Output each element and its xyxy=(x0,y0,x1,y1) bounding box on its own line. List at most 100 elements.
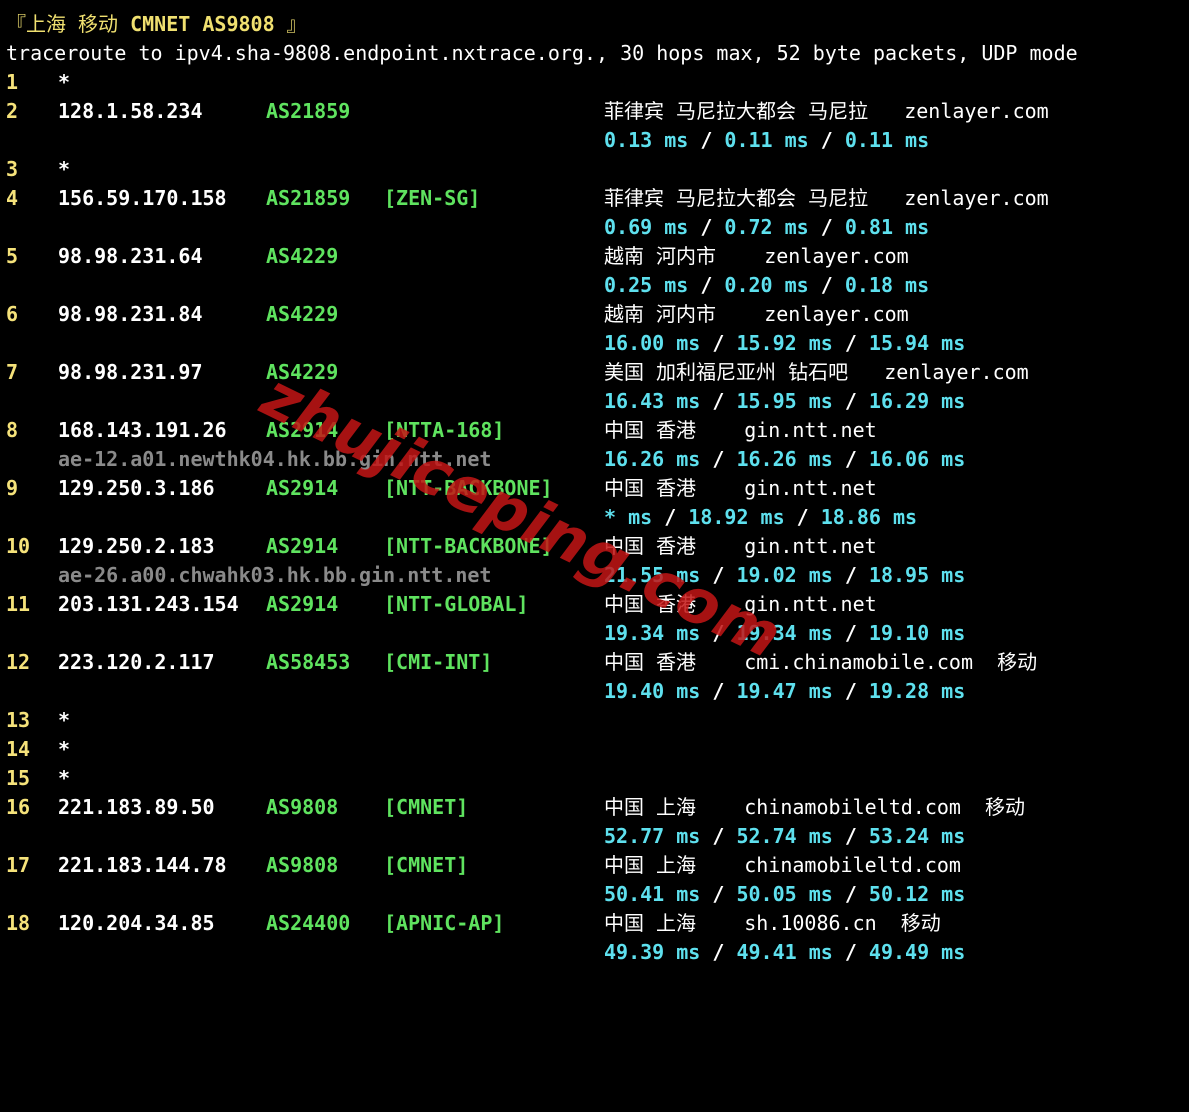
hop-geo: 中国 上海 chinamobileltd.com 移动 xyxy=(604,795,1026,819)
hop-row: 10 129.250.2.183 AS2914 [NTT-BACKBONE] 中… xyxy=(6,532,1186,561)
hop-number: 13 xyxy=(6,708,31,732)
hop-rtt-row: ae-12.a01.newthk04.hk.bb.gin.ntt.net 16.… xyxy=(6,445,1186,474)
hop-row: 3 * xyxy=(6,155,1186,184)
hop-row: 15 * xyxy=(6,764,1186,793)
hop-rtt-row: 16.00 ms / 15.92 ms / 15.94 ms xyxy=(6,329,1186,358)
hop-row: 16 221.183.89.50 AS9808 [CMNET] 中国 上海 ch… xyxy=(6,793,1186,822)
rtt-value: 0.81 ms xyxy=(844,215,930,239)
hop-row: 5 98.98.231.64 AS4229 越南 河内市 zenlayer.co… xyxy=(6,242,1186,271)
hop-geo: 中国 香港 cmi.chinamobile.com 移动 xyxy=(604,650,1038,674)
rtt-value: 53.24 ms xyxy=(868,824,966,848)
hop-asn: AS2914 xyxy=(266,476,339,500)
hop-number: 5 xyxy=(6,244,19,268)
hop-ip[interactable]: 98.98.231.97 xyxy=(58,358,203,387)
hop-ip[interactable]: 98.98.231.84 xyxy=(58,300,203,329)
hop-ip[interactable]: 221.183.144.78 xyxy=(58,851,227,880)
hop-asn: AS4229 xyxy=(266,244,339,268)
hop-ip[interactable]: 129.250.2.183 xyxy=(58,532,215,561)
hop-number: 7 xyxy=(6,360,19,384)
hop-row: 17 221.183.144.78 AS9808 [CMNET] 中国 上海 c… xyxy=(6,851,1186,880)
hop-row: 1 * xyxy=(6,68,1186,97)
hop-ip[interactable]: 203.131.243.154 xyxy=(58,590,239,619)
rtt-value: 16.43 ms xyxy=(604,389,701,413)
hop-row: 2 128.1.58.234 AS21859 菲律宾 马尼拉大都会 马尼拉 ze… xyxy=(6,97,1186,126)
hop-ip[interactable]: 156.59.170.158 xyxy=(58,184,227,213)
rtt-value: 50.41 ms xyxy=(604,882,701,906)
hop-number: 15 xyxy=(6,766,31,790)
hop-number: 2 xyxy=(6,99,19,123)
hop-ip[interactable]: 223.120.2.117 xyxy=(58,648,215,677)
hop-timeout: * xyxy=(58,766,71,790)
title-close-bracket: 』 xyxy=(286,12,307,36)
hop-row: 12 223.120.2.117 AS58453 [CMI-INT] 中国 香港… xyxy=(6,648,1186,677)
rtt-value: 18.86 ms xyxy=(820,505,918,529)
hop-ip[interactable]: 221.183.89.50 xyxy=(58,793,215,822)
rtt-value: 19.34 ms xyxy=(604,621,701,645)
hop-rtt: 50.41 ms / 50.05 ms / 50.12 ms xyxy=(604,882,966,906)
hop-number: 3 xyxy=(6,157,19,181)
traceroute-header: traceroute to ipv4.sha-9808.endpoint.nxt… xyxy=(6,39,1186,68)
hop-geo: 越南 河内市 zenlayer.com xyxy=(604,302,909,326)
hop-tag: [CMI-INT] xyxy=(384,650,493,674)
rtt-value: 0.18 ms xyxy=(844,273,930,297)
rtt-value: 49.41 ms xyxy=(736,940,833,964)
hop-rtt-row: * ms / 18.92 ms / 18.86 ms xyxy=(6,503,1186,532)
hop-geo: 中国 上海 sh.10086.cn 移动 xyxy=(604,911,941,935)
rtt-value: 50.12 ms xyxy=(868,882,966,906)
rtt-value: 16.06 ms xyxy=(868,447,966,471)
hop-rtt: 19.34 ms / 19.34 ms / 19.10 ms xyxy=(604,621,966,645)
hop-geo: 中国 香港 gin.ntt.net xyxy=(604,534,877,558)
rtt-value: 52.77 ms xyxy=(604,824,701,848)
hop-ip[interactable]: 168.143.191.26 xyxy=(58,416,227,445)
rtt-value: 0.69 ms xyxy=(604,215,689,239)
hop-rtt-row: 0.25 ms / 0.20 ms / 0.18 ms xyxy=(6,271,1186,300)
rtt-value: 50.05 ms xyxy=(736,882,833,906)
rtt-value: 21.55 ms xyxy=(604,563,701,587)
hop-number: 18 xyxy=(6,911,31,935)
hop-row: 6 98.98.231.84 AS4229 越南 河内市 zenlayer.co… xyxy=(6,300,1186,329)
hop-row: 14 * xyxy=(6,735,1186,764)
rtt-value: 19.34 ms xyxy=(736,621,833,645)
hop-rtt: 52.77 ms / 52.74 ms / 53.24 ms xyxy=(604,824,966,848)
hop-rtt-row: 19.40 ms / 19.47 ms / 19.28 ms xyxy=(6,677,1186,706)
hop-rtt: 16.26 ms / 16.26 ms / 16.06 ms xyxy=(604,447,966,471)
hop-rtt: 19.40 ms / 19.47 ms / 19.28 ms xyxy=(604,679,966,703)
hop-row: 9 129.250.3.186 AS2914 [NTT-BACKBONE] 中国… xyxy=(6,474,1186,503)
hop-tag: [CMNET] xyxy=(384,853,469,877)
hop-rtt: 0.25 ms / 0.20 ms / 0.18 ms xyxy=(604,273,930,297)
rtt-value: 19.40 ms xyxy=(604,679,701,703)
rtt-value: 0.20 ms xyxy=(724,273,809,297)
rtt-value: 15.92 ms xyxy=(736,331,833,355)
hop-rtt-row: 50.41 ms / 50.05 ms / 50.12 ms xyxy=(6,880,1186,909)
hop-rtt-row: ae-26.a00.chwahk03.hk.bb.gin.ntt.net 21.… xyxy=(6,561,1186,590)
hop-number: 14 xyxy=(6,737,31,761)
hop-rtt: 0.69 ms / 0.72 ms / 0.81 ms xyxy=(604,215,930,239)
hop-geo: 越南 河内市 zenlayer.com xyxy=(604,244,909,268)
hop-ip[interactable]: 98.98.231.64 xyxy=(58,242,203,271)
hop-row: 8 168.143.191.26 AS2914 [NTTA-168] 中国 香港… xyxy=(6,416,1186,445)
hop-tag: [NTT-BACKBONE] xyxy=(384,534,553,558)
title-carrier: 移动 xyxy=(78,12,119,36)
hop-tag: [CMNET] xyxy=(384,795,469,819)
hop-rtt-row: 0.13 ms / 0.11 ms / 0.11 ms xyxy=(6,126,1186,155)
hop-geo: 中国 香港 gin.ntt.net xyxy=(604,592,877,616)
rtt-value: 0.25 ms xyxy=(604,273,689,297)
terminal-output: 『上海 移动 CMNET AS9808 』 traceroute to ipv4… xyxy=(6,10,1186,967)
hop-asn: AS58453 xyxy=(266,650,351,674)
hop-tag: [APNIC-AP] xyxy=(384,911,505,935)
hop-ip[interactable]: 129.250.3.186 xyxy=(58,474,215,503)
hop-ip[interactable]: 120.204.34.85 xyxy=(58,909,215,938)
hop-timeout: * xyxy=(58,70,71,94)
hop-row: 7 98.98.231.97 AS4229 美国 加利福尼亚州 钻石吧 zenl… xyxy=(6,358,1186,387)
hop-rtt-row: 49.39 ms / 49.41 ms / 49.49 ms xyxy=(6,938,1186,967)
hop-rtt-row: 0.69 ms / 0.72 ms / 0.81 ms xyxy=(6,213,1186,242)
rtt-value: 19.47 ms xyxy=(736,679,833,703)
hop-row: 13 * xyxy=(6,706,1186,735)
hop-rtt: 21.55 ms / 19.02 ms / 18.95 ms xyxy=(604,563,966,587)
rtt-value: 15.94 ms xyxy=(868,331,966,355)
hop-number: 16 xyxy=(6,795,31,819)
rtt-value: 16.26 ms xyxy=(736,447,833,471)
hop-ip[interactable]: 128.1.58.234 xyxy=(58,97,203,126)
hop-number: 10 xyxy=(6,534,31,558)
title-asn: AS9808 xyxy=(202,12,275,36)
